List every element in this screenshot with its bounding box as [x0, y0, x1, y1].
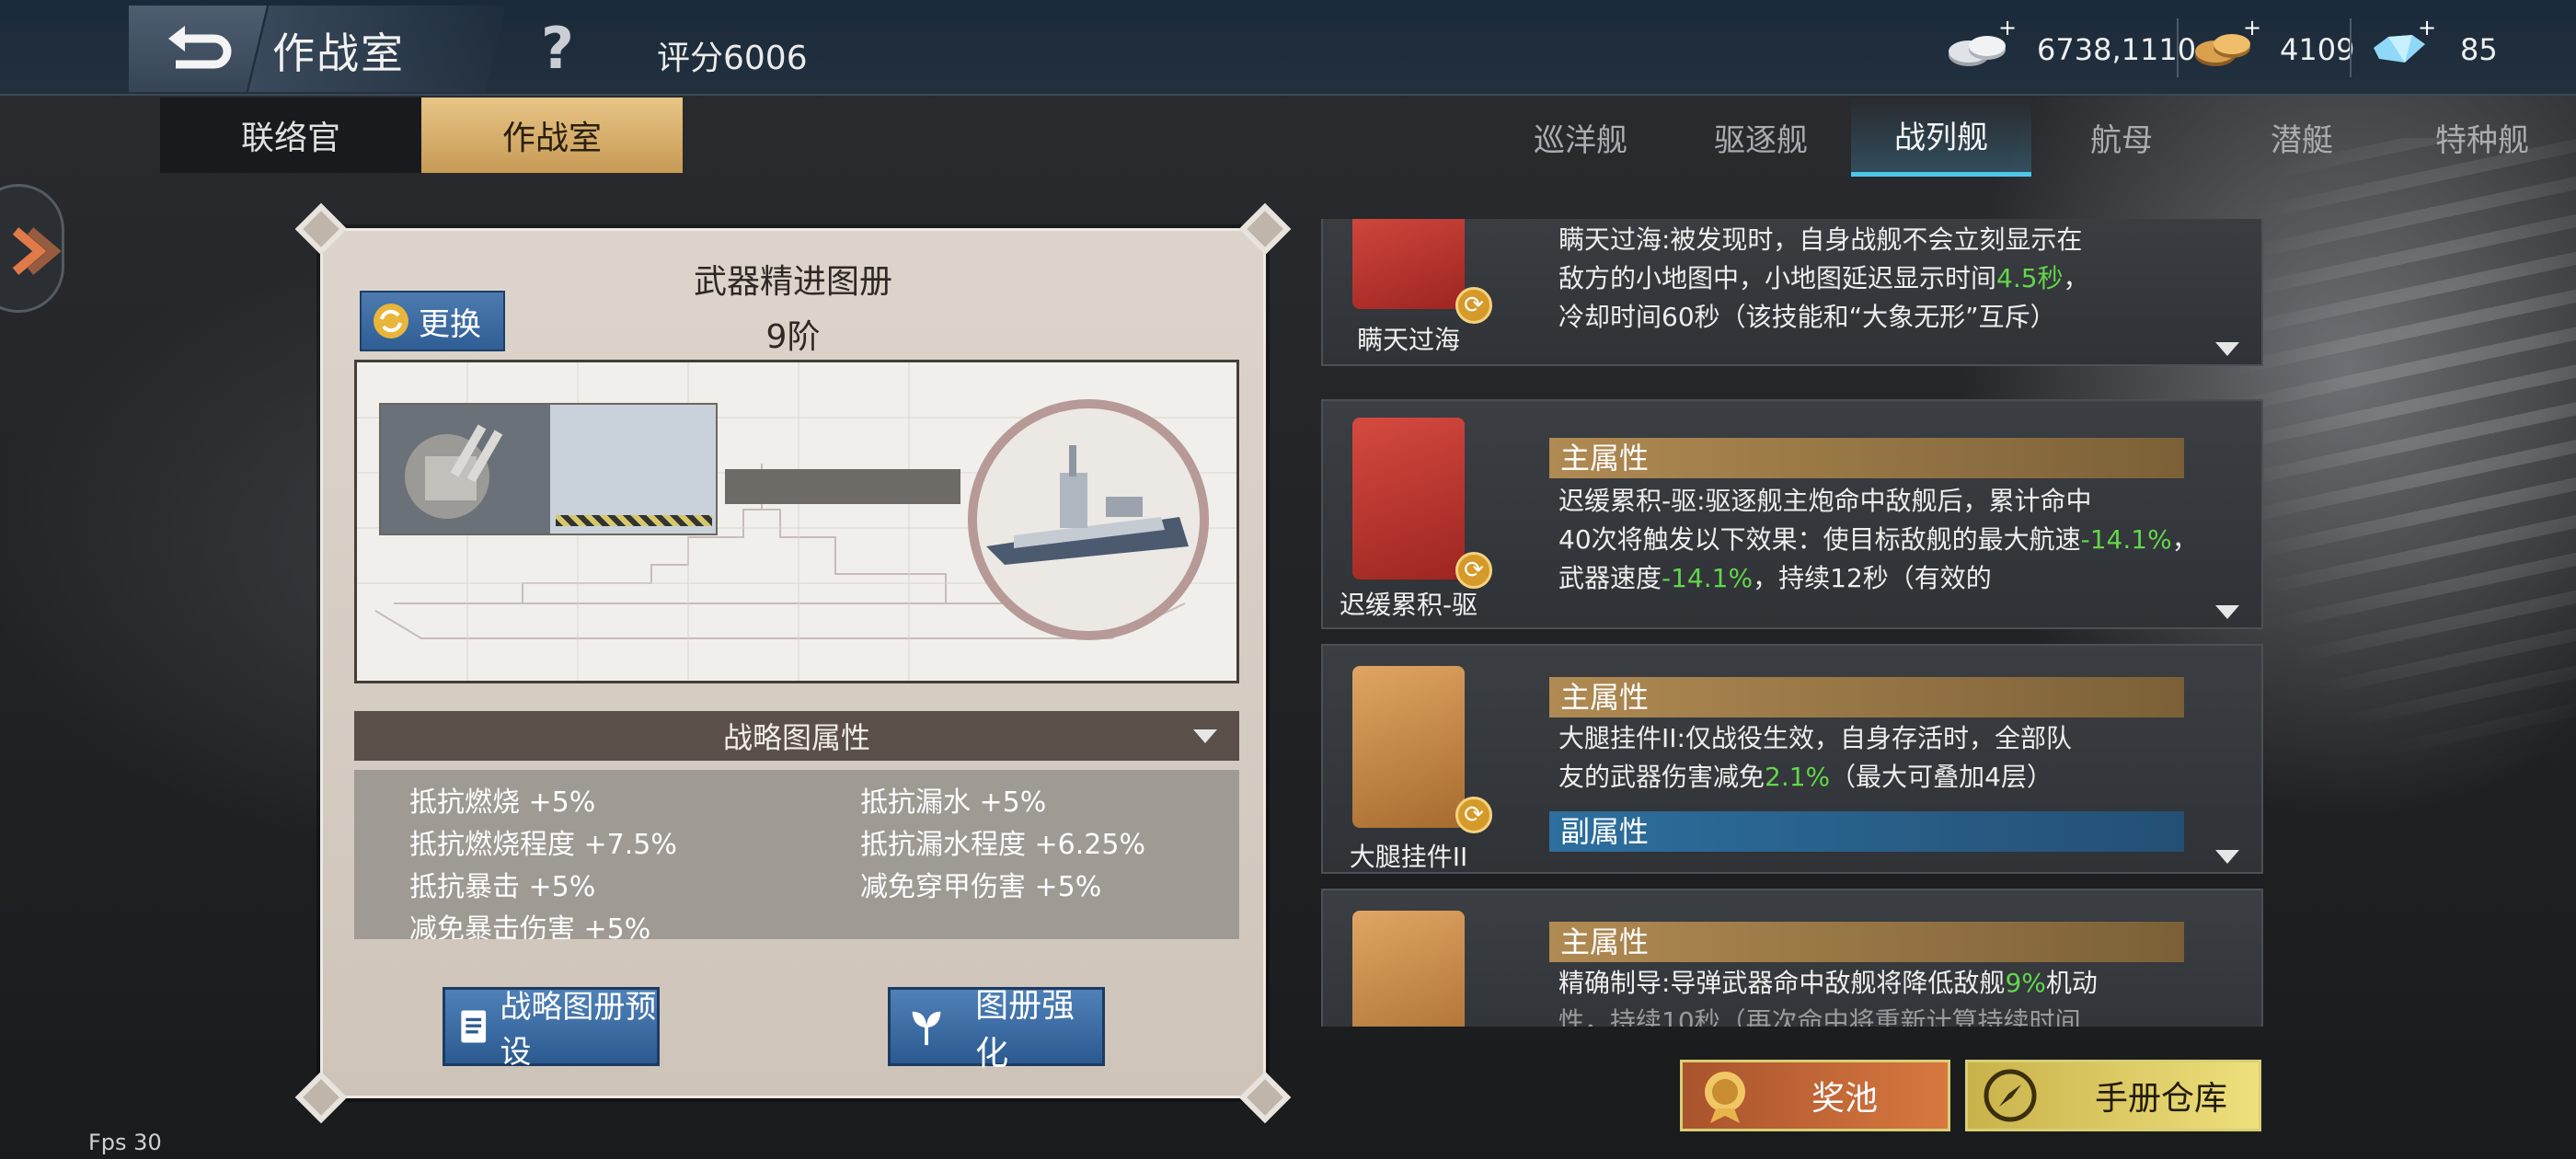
turret-image: [381, 405, 550, 534]
double-chevron-icon: [12, 227, 62, 275]
prize-pool-label: 奖池: [1811, 1080, 1879, 1118]
silver-value: 6738,1110: [2037, 32, 2197, 67]
plus-label[interactable]: +: [2243, 15, 2261, 40]
swap-button[interactable]: 更换: [360, 291, 505, 351]
chevron-down-icon[interactable]: [2215, 605, 2239, 619]
sprout-icon: [912, 1011, 941, 1046]
skill-book-image: [1352, 911, 1465, 1027]
blueprint-label-bar: [725, 469, 960, 504]
page-title: 作战室: [272, 29, 405, 78]
turret-icon: [405, 424, 503, 519]
refresh-icon[interactable]: ⟳: [1455, 552, 1492, 589]
chevron-down-icon[interactable]: [2215, 342, 2239, 356]
swap-label: 更换: [419, 305, 481, 343]
enhance-button[interactable]: 图册强化: [888, 987, 1105, 1073]
skill-card-list: ⟳ 瞒天过海 瞒天过海:被发现时，自身战舰不会立刻显示在 敌方的小地图中，小地图延…: [1321, 219, 2263, 1027]
tab-destroyer[interactable]: 驱逐舰: [1671, 98, 1851, 177]
tab-cruiser[interactable]: 巡洋舰: [1490, 98, 1671, 177]
stat-item: 抵抗暴击 +5%: [409, 871, 596, 903]
tab-submarine[interactable]: 潜艇: [2212, 98, 2392, 177]
question-icon[interactable]: ?: [541, 20, 574, 77]
weapon-slot[interactable]: [379, 403, 718, 535]
back-arrow-icon: [168, 26, 232, 69]
stat-item: 减免穿甲伤害 +5%: [860, 871, 1102, 903]
stat-item: 抵抗燃烧 +5%: [409, 786, 596, 819]
stats-header[interactable]: 战略图属性: [354, 711, 1239, 761]
preset-button[interactable]: 战略图册预设: [443, 987, 660, 1071]
fps-counter: Fps 30: [88, 1130, 162, 1155]
skill-description: 大腿挂件II:仅战役生效，自身存活时，全部队 友的武器伤害减免2.1%（最大可叠加…: [1558, 723, 2072, 792]
ship-blueprint: [354, 360, 1239, 683]
handbook-depot-label: 手册仓库: [2095, 1080, 2228, 1118]
skill-book-image: [1352, 666, 1465, 828]
stat-item: 抵抗燃烧程度 +7.5%: [409, 829, 677, 861]
divider: [2177, 18, 2179, 77]
tab-battleship[interactable]: 战列舰: [1851, 98, 2031, 177]
skill-description: 瞒天过海:被发现时，自身战舰不会立刻显示在 敌方的小地图中，小地图延迟显示时间4.…: [1558, 224, 2089, 332]
skill-name: 大腿挂件II: [1349, 842, 1468, 872]
refresh-icon[interactable]: ⟳: [1455, 797, 1492, 833]
currency-gold[interactable]: + 4109: [2190, 15, 2355, 74]
stat-item: 抵抗漏水程度 +6.25%: [860, 829, 1145, 861]
tab-liaison[interactable]: 联络官: [160, 98, 421, 173]
plus-label[interactable]: +: [2418, 15, 2436, 40]
enhance-label: 图册强化: [975, 987, 1075, 1073]
skill-book-image: [1352, 418, 1465, 580]
handbook-depot-button[interactable]: 手册仓库: [1965, 1060, 2261, 1131]
preset-label: 战略图册预设: [500, 989, 657, 1071]
top-bar: 作战室 ? 评分6006 + 6738,1110 + 4109 + 85: [0, 0, 2576, 96]
atlas-panel: 武器精进图册 9阶 更换 战略图属性 抵抗燃烧 +5% 抵抗漏水 +5% 抵抗燃…: [294, 202, 1292, 1124]
skill-name: 瞒天过海: [1356, 325, 1460, 355]
skill-name: 迟缓累积-驱: [1339, 590, 1478, 620]
skill-description: 迟缓累积-驱:驱逐舰主炮命中敌舰后，累计命中 40次将触发以下效果：使目标敌舰的最…: [1558, 486, 2198, 593]
compass-icon: [1984, 1069, 2037, 1122]
divider: [2350, 18, 2352, 77]
tab-special[interactable]: 特种舰: [2392, 98, 2572, 177]
prize-pool-button[interactable]: 奖池: [1680, 1060, 1950, 1131]
main-attribute-header: 主属性: [1549, 438, 2184, 478]
tab-war-room[interactable]: 作战室: [421, 98, 683, 173]
document-icon: [461, 1010, 487, 1043]
plus-label[interactable]: +: [1998, 15, 2017, 40]
sub-tabs: 联络官 作战室: [160, 98, 683, 173]
stats-header-label: 战略图属性: [722, 720, 870, 755]
skill-card[interactable]: 主属性 精确制导:导弹武器命中敌舰将降低敌舰9%机动 性，持续10秒（再次命中将重…: [1321, 889, 2263, 1027]
ship-portrait-ring: [968, 399, 1209, 640]
back-button[interactable]: [129, 6, 267, 92]
battleship-icon: [986, 445, 1189, 565]
chevron-down-icon[interactable]: [1193, 729, 1217, 743]
sub-attribute-header: 副属性: [1549, 811, 2184, 852]
stat-item: 抵抗漏水 +5%: [860, 786, 1047, 819]
refresh-icon: [374, 304, 408, 339]
main-attribute-header: 主属性: [1549, 677, 2184, 717]
stat-item: 减免暴击伤害 +5%: [409, 913, 651, 939]
side-menu-toggle[interactable]: [0, 184, 64, 313]
refresh-icon[interactable]: ⟳: [1455, 287, 1492, 324]
skill-card[interactable]: ⟳ 瞒天过海 瞒天过海:被发现时，自身战舰不会立刻显示在 敌方的小地图中，小地图延…: [1321, 219, 2263, 366]
window-light-decoration: [2226, 138, 2576, 782]
chevron-down-icon[interactable]: [2215, 850, 2239, 864]
ship-type-tabs: 巡洋舰 驱逐舰 战列舰 航母 潜艇 特种舰: [1490, 98, 2572, 177]
currency-diamond[interactable]: + 85: [2368, 15, 2498, 74]
medal-icon: [1705, 1072, 1745, 1123]
diamond-value: 85: [2460, 32, 2498, 67]
skill-book-image: [1352, 219, 1465, 309]
skill-card[interactable]: ⟳ 迟缓累积-驱 主属性 迟缓累积-驱:驱逐舰主炮命中敌舰后，累计命中 40次将触…: [1321, 399, 2263, 629]
skill-card[interactable]: ⟳ 大腿挂件II 主属性 大腿挂件II:仅战役生效，自身存活时，全部队 友的武器伤…: [1321, 644, 2263, 874]
currency-silver[interactable]: + 6738,1110: [1941, 15, 2197, 74]
stats-list: 抵抗燃烧 +5% 抵抗漏水 +5% 抵抗燃烧程度 +7.5% 抵抗漏水程度 +6…: [354, 770, 1239, 939]
gold-value: 4109: [2280, 32, 2355, 67]
score-label: 评分6006: [657, 40, 808, 77]
skill-description: 精确制导:导弹武器命中敌舰将降低敌舰9%机动 性，持续10秒（再次命中将重新计算持…: [1558, 968, 2098, 1027]
hazard-stripe: [556, 515, 712, 526]
main-attribute-header: 主属性: [1549, 922, 2184, 962]
tab-carrier[interactable]: 航母: [2031, 98, 2212, 177]
